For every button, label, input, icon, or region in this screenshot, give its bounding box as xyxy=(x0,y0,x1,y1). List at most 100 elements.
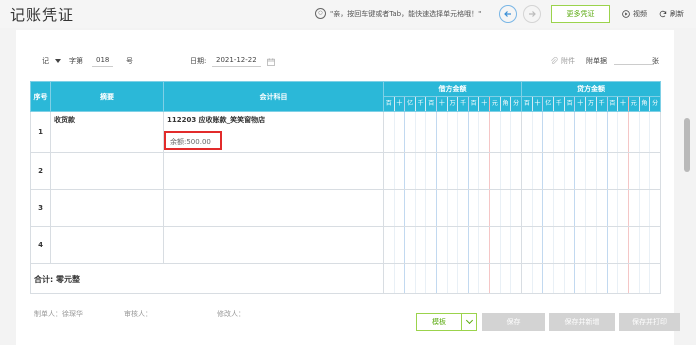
refresh-label: 刷新 xyxy=(670,10,684,18)
digit-unit: 百 xyxy=(565,97,576,111)
digit-unit: 亿 xyxy=(405,97,416,111)
tip-text: "亲，按回车键或者Tab，能快速选择单元格哦！" xyxy=(330,9,482,18)
total-label: 合计: xyxy=(34,275,54,284)
row-number: 1 xyxy=(30,111,51,153)
digit-unit: 角 xyxy=(501,97,512,111)
attachment-label: 附件 xyxy=(561,57,575,65)
attach-count-field[interactable] xyxy=(614,56,654,65)
date-value: 2021-12-22 xyxy=(212,56,261,67)
template-dropdown-button[interactable] xyxy=(461,313,477,331)
digit-unit: 百 xyxy=(469,97,480,111)
summary-cell[interactable]: 收货款 xyxy=(50,111,164,153)
col-seq-header: 序号 xyxy=(30,81,51,112)
credit-digit-units: 百 十 亿 千 百 十 万 千 百 十 元 角 分 xyxy=(521,96,661,112)
credit-amount-cell[interactable] xyxy=(521,189,661,227)
account-cell[interactable] xyxy=(163,152,384,190)
voucher-card: 记 字第 018 号 日期: 2021-12-22 附件 附单据 张 序号 摘要… xyxy=(16,30,680,345)
digit-unit: 千 xyxy=(597,97,608,111)
template-button[interactable]: 模板 xyxy=(416,313,462,331)
save-and-print-button[interactable]: 保存并打印 xyxy=(619,313,680,331)
account-cell[interactable] xyxy=(163,189,384,227)
save-and-new-button[interactable]: 保存并新增 xyxy=(549,313,615,331)
play-circle-icon xyxy=(622,10,630,18)
attachment-button[interactable]: 附件 xyxy=(550,56,575,66)
col-credit-header: 贷方金额 xyxy=(521,81,661,97)
digit-unit: 千 xyxy=(554,97,565,111)
col-summary-header: 摘要 xyxy=(50,81,164,112)
arrow-right-icon xyxy=(529,11,536,17)
debit-total-cell xyxy=(383,263,522,294)
vertical-scrollbar[interactable] xyxy=(683,80,691,230)
voucher-word-value: 记 xyxy=(42,57,49,65)
digit-unit: 百 xyxy=(608,97,619,111)
credit-amount-cell[interactable] xyxy=(521,111,661,153)
digit-unit: 十 xyxy=(575,97,587,111)
account-cell[interactable] xyxy=(163,226,384,264)
digit-unit: 十 xyxy=(618,97,629,111)
credit-total-cell xyxy=(521,263,661,294)
summary-text: 收货款 xyxy=(54,116,75,124)
voucher-number-suffix: 号 xyxy=(126,57,133,65)
debit-digit-units: 百 十 亿 千 百 十 万 千 百 十 元 角 分 xyxy=(383,96,522,112)
debit-amount-cell[interactable] xyxy=(383,189,522,227)
voucher-word-select[interactable]: 记 xyxy=(42,56,61,66)
chat-icon: ○ xyxy=(315,8,326,19)
debit-amount-cell[interactable] xyxy=(383,226,522,264)
debit-amount-cell[interactable] xyxy=(383,111,522,153)
digit-unit: 百 xyxy=(426,97,438,111)
digit-unit: 百 xyxy=(384,97,395,111)
digit-unit: 百 xyxy=(522,97,533,111)
digit-unit: 分 xyxy=(652,100,659,107)
page-title: 记账凭证 xyxy=(10,6,75,24)
digit-unit: 元 xyxy=(629,97,640,111)
digit-unit: 分 xyxy=(513,100,520,107)
date-label: 日期: xyxy=(190,57,207,65)
date-field[interactable]: 2021-12-22 xyxy=(212,56,275,67)
account-cell[interactable]: 112203 应收账款_笑笑窗物店 余额:500.00 xyxy=(163,111,384,153)
video-button[interactable]: 视频 xyxy=(622,9,647,19)
balance-text: 余额:500.00 xyxy=(170,138,211,146)
scrollbar-thumb[interactable] xyxy=(684,118,690,172)
total-cell: 合计: 零元整 xyxy=(30,263,384,294)
digit-unit: 十 xyxy=(533,97,544,111)
chevron-down-icon xyxy=(465,316,473,325)
refresh-icon xyxy=(659,10,667,18)
summary-cell[interactable] xyxy=(50,152,164,190)
digit-unit: 千 xyxy=(416,97,427,111)
voucher-number-value: 018 xyxy=(92,56,114,67)
summary-cell[interactable] xyxy=(50,189,164,227)
debit-amount-cell[interactable] xyxy=(383,152,522,190)
voucher-table: 序号 摘要 会计科目 借方金额 贷方金额 百 十 亿 千 百 十 万 千 百 十… xyxy=(30,81,661,294)
digit-unit: 万 xyxy=(586,97,597,111)
digit-unit-row: 百 十 亿 千 百 十 万 千 百 十 元 角 分 xyxy=(384,97,521,111)
row-number: 4 xyxy=(30,226,51,264)
save-button[interactable]: 保存 xyxy=(482,313,545,331)
col-account-header: 会计科目 xyxy=(163,81,384,112)
digit-unit: 万 xyxy=(448,97,459,111)
total-amount-words: 零元整 xyxy=(56,275,80,284)
balance-highlight: 余额:500.00 xyxy=(164,131,222,150)
next-voucher-button[interactable] xyxy=(523,5,541,23)
caret-down-icon xyxy=(55,59,61,63)
arrow-left-icon xyxy=(504,11,511,17)
credit-amount-cell[interactable] xyxy=(521,226,661,264)
refresh-button[interactable]: 刷新 xyxy=(659,9,684,19)
digit-unit: 千 xyxy=(458,97,469,111)
row-number: 2 xyxy=(30,152,51,190)
summary-cell[interactable] xyxy=(50,226,164,264)
paperclip-icon xyxy=(551,57,558,65)
digit-unit: 角 xyxy=(640,97,651,111)
col-debit-header: 借方金额 xyxy=(383,81,522,97)
video-label: 视频 xyxy=(633,10,647,18)
digit-unit: 十 xyxy=(437,97,448,111)
more-vouchers-button[interactable]: 更多凭证 xyxy=(551,5,610,23)
maker-label: 制单人：徐琛华 xyxy=(34,310,83,318)
attach-count-label: 附单据 xyxy=(586,57,607,65)
attach-unit-label: 张 xyxy=(652,57,659,65)
credit-amount-cell[interactable] xyxy=(521,152,661,190)
digit-unit: 元 xyxy=(490,97,501,111)
top-bar: 记账凭证 ○ "亲，按回车键或者Tab，能快速选择单元格哦！" 更多凭证 视频 … xyxy=(0,0,696,28)
previous-voucher-button[interactable] xyxy=(499,5,517,23)
modifier-label: 修改人： xyxy=(217,310,245,318)
voucher-number-field[interactable]: 018 xyxy=(92,56,114,67)
